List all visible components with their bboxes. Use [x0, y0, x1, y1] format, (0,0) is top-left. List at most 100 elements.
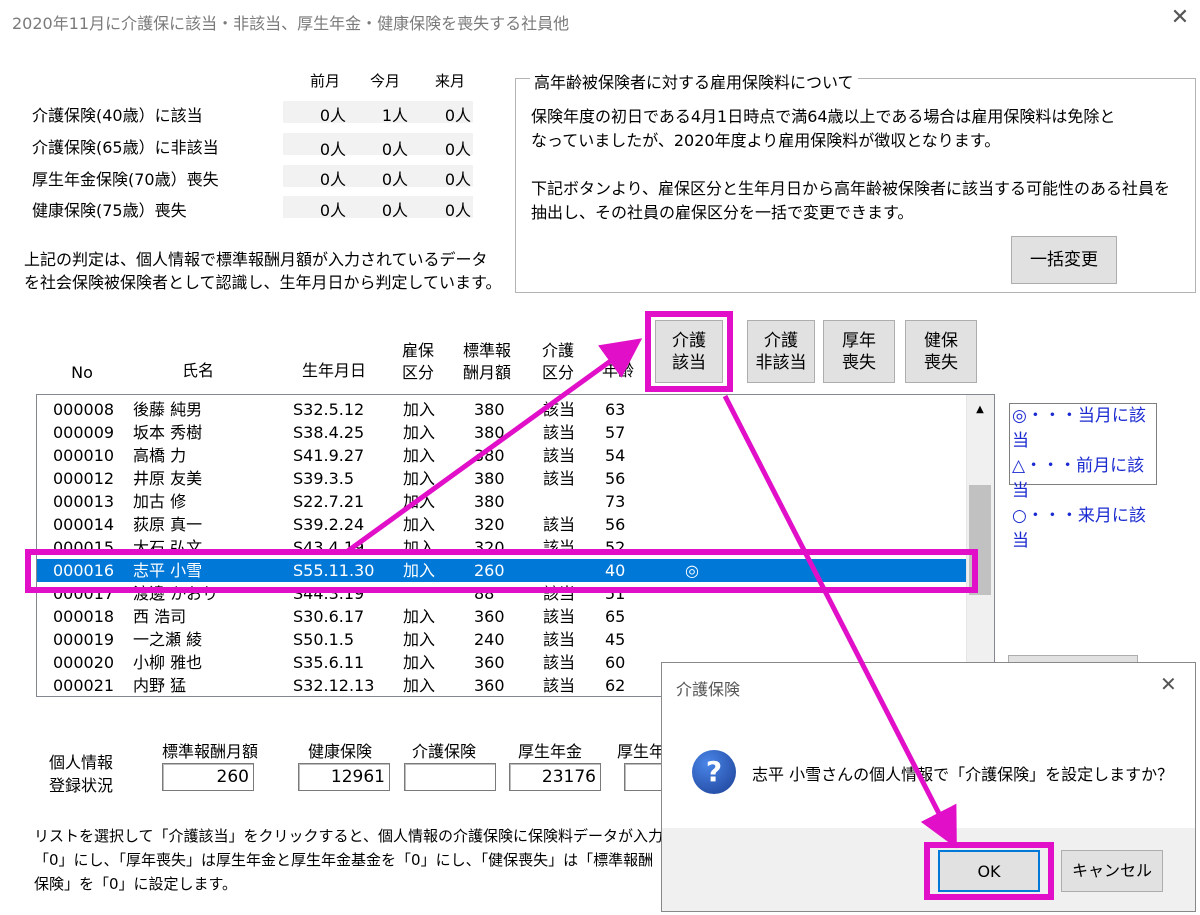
list-item[interactable]: 000014 荻原 真一 S39.2.24 加入 320 該当 56 [37, 513, 967, 536]
cell-employment: 加入 [403, 607, 436, 626]
cell-age: 45 [605, 630, 626, 649]
pension-loss-button[interactable]: 厚年 喪失 [823, 320, 895, 383]
pension-loss-label: 厚年 喪失 [842, 330, 876, 373]
list-item[interactable]: 000019 一之瀬 綾 S50.1.5 加入 240 該当 45 [37, 628, 967, 651]
cell-dob: S30.6.17 [293, 607, 365, 626]
cell-standard-pay: 360 [474, 676, 505, 695]
personal-info-status-label: 個人情報 登録状況 [48, 753, 113, 795]
cell-age: 56 [605, 469, 626, 488]
pension-field[interactable]: 23176 [509, 763, 601, 791]
cell-name: 西 浩司 [133, 607, 187, 626]
row-label-health75: 健康保険(75歳）喪失 [32, 201, 187, 220]
cell-standard-pay: 240 [474, 630, 505, 649]
list-item[interactable]: 000009 坂本 秀樹 S38.4.25 加入 380 該当 57 [37, 421, 967, 444]
list-item[interactable]: 000018 西 浩司 S30.6.17 加入 360 該当 65 [37, 605, 967, 628]
elderly-text-line: 抽出し、その社員の雇保区分を一括で変更できます。 [531, 203, 914, 222]
cell-no: 000012 [53, 469, 115, 488]
care-insurance-field[interactable] [404, 763, 496, 791]
bulk-change-label: 一括変更 [1030, 250, 1098, 270]
cell-dob: S32.5.12 [293, 400, 365, 419]
cell-employment: 加入 [403, 400, 436, 419]
cancel-button[interactable]: キャンセル [1061, 850, 1163, 892]
cell-name: 井原 友美 [133, 469, 203, 488]
list-item[interactable]: 000010 高橋 力 S41.9.27 加入 380 該当 54 [37, 444, 967, 467]
cell-care: 該当 [543, 423, 576, 442]
cell-no: 000009 [53, 423, 115, 442]
cell-no: 000013 [53, 492, 115, 511]
cell-care: 該当 [543, 676, 576, 695]
elderly-text-line: なっていましたが、2020年度より雇用保険料が徴収となります。 [531, 131, 1001, 150]
list-item[interactable]: 000012 井原 友美 S39.3.5 加入 380 該当 56 [37, 467, 967, 490]
cell-name: 坂本 秀樹 [133, 423, 203, 442]
cell-no: 000010 [53, 446, 115, 465]
employee-list[interactable]: 000008 後藤 純男 S32.5.12 加入 380 該当 63 00000… [36, 394, 995, 697]
scroll-up-arrow-icon[interactable]: ▲ [969, 398, 991, 422]
field-label-pension: 厚生年金 [518, 742, 583, 761]
count-this: 0人 [381, 201, 408, 220]
mark-legend: ◎・・・当月に該当 △・・・前月に該当 ○・・・来月に該当 [1009, 403, 1157, 551]
health-loss-button[interactable]: 健保 喪失 [905, 320, 977, 383]
cell-care: 該当 [543, 653, 576, 672]
close-icon[interactable]: ✕ [1168, 6, 1192, 30]
cell-employment: 加入 [403, 515, 436, 534]
cell-age: 63 [605, 400, 626, 419]
count-prev: 0人 [319, 201, 346, 220]
cell-standard-pay: 320 [474, 515, 505, 534]
field-label-standard-pay: 標準報酬月額 [162, 742, 259, 761]
dialog-close-icon[interactable]: ✕ [1160, 672, 1177, 696]
count-prev: 0人 [319, 170, 346, 189]
question-icon: ? [692, 750, 736, 794]
col-header-age: 年齢 [601, 361, 634, 380]
field-label-health: 健康保険 [308, 742, 373, 761]
count-next: 0人 [444, 170, 471, 189]
care-not-applicable-button[interactable]: 介護 非該当 [747, 320, 815, 383]
standard-pay-field[interactable]: 260 [162, 763, 254, 791]
bulk-change-button[interactable]: 一括変更 [1011, 236, 1117, 284]
count-next: 0人 [444, 140, 471, 159]
header-next-month: 来月 [434, 72, 465, 90]
highlight-ok-button [924, 842, 1054, 900]
cell-no: 000008 [53, 400, 115, 419]
list-item[interactable]: 000013 加古 修 S22.7.21 加入 380 73 [37, 490, 967, 513]
row-label-care65: 介護保険(65歳）に非該当 [32, 138, 219, 157]
cell-dob: S50.1.5 [293, 630, 355, 649]
cell-care: 該当 [543, 469, 576, 488]
highlight-care-button [645, 311, 733, 392]
pension-fund-field[interactable] [624, 763, 664, 791]
list-item[interactable]: 000008 後藤 純男 S32.5.12 加入 380 該当 63 [37, 398, 967, 421]
cell-dob: S22.7.21 [293, 492, 365, 511]
cell-age: 56 [605, 515, 626, 534]
cell-employment: 加入 [403, 446, 436, 465]
instructions-line: 保険」を「0」に設定します。 [34, 875, 238, 893]
cell-employment: 加入 [403, 469, 436, 488]
elderly-group-title: 高年齢被保険者に対する雇用保険料について [530, 69, 858, 93]
cell-dob: S35.6.11 [293, 653, 365, 672]
highlight-selected-row [25, 549, 978, 593]
elderly-text-line: 保険年度の初日である4月1日時点で満64歳以上である場合は雇用保険料は免除と [531, 107, 1116, 126]
cell-age: 62 [605, 676, 626, 695]
header-prev-month: 前月 [309, 72, 340, 90]
health-insurance-field[interactable]: 12961 [298, 763, 390, 791]
count-this: 0人 [381, 170, 408, 189]
cell-no: 000018 [53, 607, 115, 626]
count-prev: 0人 [319, 140, 346, 159]
cell-standard-pay: 380 [474, 446, 505, 465]
cell-no: 000019 [53, 630, 115, 649]
field-label-pension-fund: 厚生年 [617, 742, 666, 761]
cell-dob: S38.4.25 [293, 423, 365, 442]
cell-care: 該当 [543, 400, 576, 419]
cell-name: 荻原 真一 [133, 515, 203, 534]
care-not-applicable-label: 介護 非該当 [755, 330, 807, 373]
legend-next-month: ○・・・来月に該当 [1012, 506, 1146, 551]
cell-employment: 加入 [403, 630, 436, 649]
cell-dob: S32.12.13 [293, 676, 375, 695]
judgment-note-line-2: を社会保険被保険者として認識し、生年月日から判定しています。 [24, 273, 502, 292]
col-header-standard-pay: 標準報 酬月額 [462, 341, 511, 382]
cell-employment: 加入 [403, 676, 436, 695]
cell-age: 60 [605, 653, 626, 672]
col-header-care: 介護 区分 [541, 341, 574, 382]
instructions-line: リストを選択して「介護該当」をクリックすると、個人情報の介護保険に保険料データが… [34, 827, 663, 845]
cell-dob: S41.9.27 [293, 446, 365, 465]
cell-dob: S39.2.24 [293, 515, 365, 534]
cell-employment: 加入 [403, 423, 436, 442]
